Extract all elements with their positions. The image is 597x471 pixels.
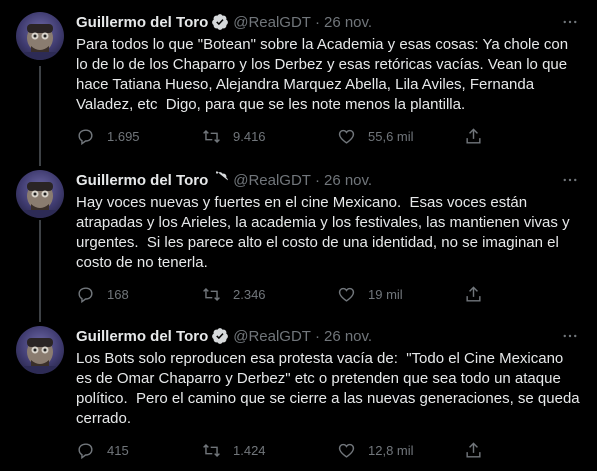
author-name[interactable]: Guillermo del Toro (76, 172, 208, 189)
tweet[interactable]: Guillermo del Toro @RealGDT · 26 nov. Lo… (0, 326, 597, 466)
tweet-actions: 168 2.346 19 mil (76, 284, 581, 304)
share-button[interactable] (464, 126, 483, 146)
reply-count: 1.695 (107, 128, 140, 144)
avatar[interactable] (16, 170, 64, 218)
verified-badge-icon (211, 13, 229, 31)
tweet-thread: Guillermo del Toro @RealGDT · 26 nov. Pa… (0, 0, 597, 471)
tweet-text: Para todos lo que "Botean" sobre la Acad… (76, 36, 573, 113)
tweet[interactable]: Guillermo del Toro @RealGDT · 26 nov. Ha… (0, 170, 597, 312)
share-upload-icon (466, 441, 481, 458)
avatar-image (24, 338, 56, 374)
tweet-date[interactable]: 26 nov. (324, 14, 372, 31)
more-dots-icon[interactable] (559, 12, 581, 32)
retweet-arrows-icon (203, 287, 220, 301)
tweet[interactable]: Guillermo del Toro @RealGDT · 26 nov. Pa… (0, 12, 597, 160)
retweet-count: 2.346 (233, 286, 266, 302)
more-dots-icon[interactable] (559, 170, 581, 190)
retweet-button[interactable]: 2.346 (202, 284, 266, 304)
heart-icon (338, 443, 355, 458)
reply-bubble-icon (78, 128, 93, 145)
tweet-actions: 415 1.424 12,8 mil (76, 440, 581, 460)
tweet-date[interactable]: 26 nov. (324, 328, 372, 345)
avatar[interactable] (16, 12, 64, 60)
like-button[interactable]: 19 mil (337, 284, 403, 304)
like-count: 19 mil (368, 286, 403, 302)
retweet-count: 9.416 (233, 128, 266, 144)
avatar[interactable] (16, 326, 64, 374)
retweet-count: 1.424 (233, 442, 266, 458)
header-separator: · (314, 327, 320, 345)
more-dots-icon[interactable] (559, 326, 581, 346)
reply-count: 168 (107, 286, 129, 302)
retweet-arrows-icon (203, 443, 220, 457)
like-button[interactable]: 12,8 mil (337, 440, 414, 460)
avatar-image (24, 182, 56, 218)
verified-badge-icon (211, 327, 229, 345)
author-handle[interactable]: @RealGDT (233, 14, 311, 31)
tweet-actions: 1.695 9.416 55,6 mil (76, 126, 581, 146)
author-handle[interactable]: @RealGDT (233, 172, 311, 189)
reply-count: 415 (107, 442, 129, 458)
avatar-image (24, 24, 56, 60)
share-button[interactable] (464, 284, 483, 304)
tweet-header: Guillermo del Toro @RealGDT · 26 nov. (76, 170, 581, 190)
heart-icon (338, 129, 355, 144)
reply-button[interactable]: 168 (76, 284, 129, 304)
author-handle[interactable]: @RealGDT (233, 328, 311, 345)
heart-icon (338, 287, 355, 302)
author-name[interactable]: Guillermo del Toro (76, 14, 208, 31)
retweet-arrows-icon (203, 129, 220, 143)
tweet-text: Hay voces nuevas y fuertes en el cine Me… (76, 194, 574, 271)
retweet-button[interactable]: 9.416 (202, 126, 266, 146)
verified-badge-icon (211, 171, 229, 189)
header-separator: · (314, 171, 320, 189)
reply-bubble-icon (78, 286, 93, 303)
share-upload-icon (466, 127, 481, 144)
reply-button[interactable]: 1.695 (76, 126, 140, 146)
like-count: 12,8 mil (368, 442, 414, 458)
tweet-date[interactable]: 26 nov. (324, 172, 372, 189)
like-count: 55,6 mil (368, 128, 414, 144)
tweet-header: Guillermo del Toro @RealGDT · 26 nov. (76, 326, 581, 346)
reply-bubble-icon (78, 442, 93, 459)
retweet-button[interactable]: 1.424 (202, 440, 266, 460)
share-button[interactable] (464, 440, 483, 460)
reply-button[interactable]: 415 (76, 440, 129, 460)
like-button[interactable]: 55,6 mil (337, 126, 414, 146)
tweet-header: Guillermo del Toro @RealGDT · 26 nov. (76, 12, 581, 32)
share-upload-icon (466, 285, 481, 302)
tweet-text: Los Bots solo reproducen esa protesta va… (76, 350, 584, 427)
header-separator: · (314, 13, 320, 31)
author-name[interactable]: Guillermo del Toro (76, 328, 208, 345)
